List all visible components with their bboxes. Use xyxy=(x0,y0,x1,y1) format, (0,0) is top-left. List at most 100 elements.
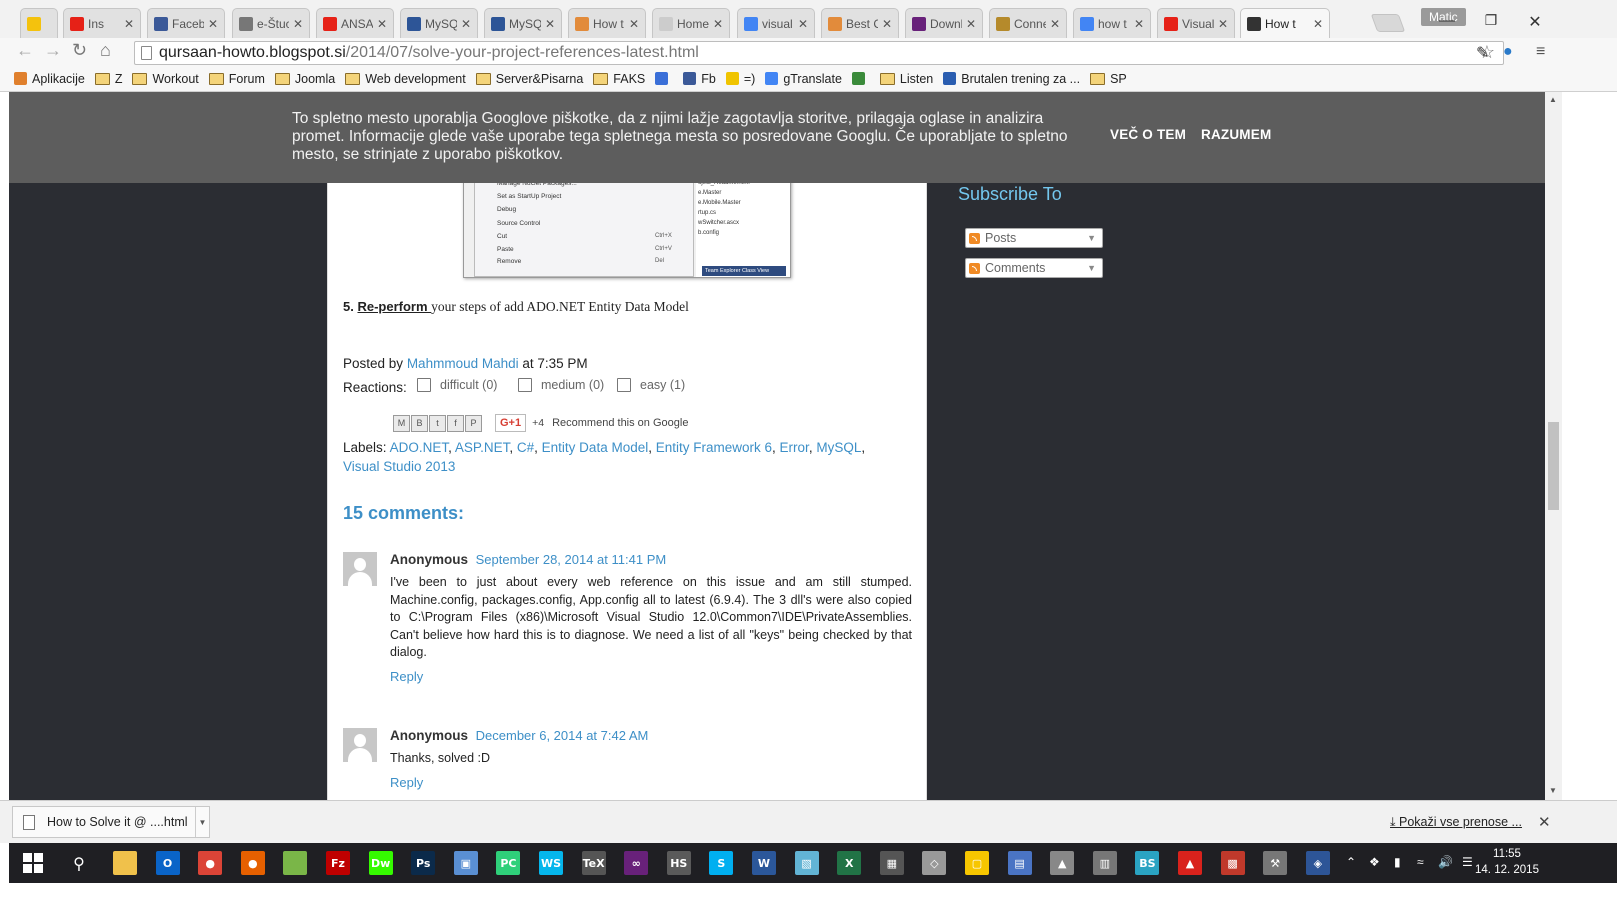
bookmark-item[interactable]: Web development xyxy=(345,72,466,86)
bookmark-item[interactable]: Brutalen trening za ... xyxy=(943,72,1080,86)
tab-8[interactable]: Home ✕ xyxy=(652,8,730,38)
chevron-down-icon[interactable]: ▼ xyxy=(195,807,209,837)
label-link[interactable]: MySQL xyxy=(816,440,861,455)
tab-close-icon[interactable]: ✕ xyxy=(293,17,303,31)
cookie-more-button[interactable]: VEČ O TEM xyxy=(1110,127,1186,142)
tab-4[interactable]: ANSA ✕ xyxy=(316,8,394,38)
tab-1[interactable]: Ins ✕ xyxy=(63,8,141,38)
tab-close-icon[interactable]: ✕ xyxy=(1218,17,1228,31)
tab-close-icon[interactable]: ✕ xyxy=(798,17,808,31)
dropbox-icon[interactable]: ❖ xyxy=(1369,855,1380,869)
bookmark-item[interactable]: Server&Pisarna xyxy=(475,72,583,86)
tab-close-icon[interactable]: ✕ xyxy=(208,17,218,31)
webstorm-icon[interactable]: WS xyxy=(539,851,563,875)
reaction-medium[interactable]: medium (0) xyxy=(518,378,604,392)
word-icon[interactable]: W xyxy=(752,851,776,875)
photoshop-icon[interactable]: Ps xyxy=(411,851,436,875)
scroll-up-icon[interactable]: ▲ xyxy=(1549,95,1557,104)
tab-close-icon[interactable]: ✕ xyxy=(713,17,723,31)
chevron-up-icon[interactable]: ⌃ xyxy=(1346,855,1356,869)
tab-12[interactable]: Conne ✕ xyxy=(989,8,1067,38)
tab-close-icon[interactable]: ✕ xyxy=(124,17,134,31)
pinterest-share-icon[interactable]: P xyxy=(465,414,482,432)
tab-3[interactable]: e-Štuc ✕ xyxy=(232,8,310,38)
tab-7[interactable]: How t ✕ xyxy=(568,8,646,38)
vs2-icon[interactable]: ◈ xyxy=(1305,851,1330,875)
tab-10[interactable]: Best C ✕ xyxy=(821,8,899,38)
eyedropper-extension-icon[interactable]: ✎ xyxy=(1476,43,1489,63)
bookmark-item[interactable]: Z xyxy=(94,72,122,86)
remote-icon[interactable]: ▥ xyxy=(1092,851,1117,875)
reaction-easy[interactable]: easy (1) xyxy=(617,378,685,392)
tab-close-icon[interactable]: ✕ xyxy=(461,17,471,31)
tab-close-icon[interactable]: ✕ xyxy=(1134,17,1144,31)
excel-icon[interactable]: X xyxy=(837,851,862,875)
reaction-difficult[interactable]: difficult (0) xyxy=(417,378,497,392)
skype-icon[interactable]: S xyxy=(709,851,734,875)
tab-15[interactable]: How t ✕ xyxy=(1240,8,1330,38)
tab-close-icon[interactable]: ✕ xyxy=(545,17,555,31)
reply-link[interactable]: Reply xyxy=(390,775,912,790)
search-icon[interactable]: ⚲ xyxy=(67,851,91,875)
visual-studio-icon[interactable]: ∞ xyxy=(624,851,649,875)
label-link[interactable]: ASP.NET xyxy=(455,440,510,455)
label-link[interactable]: Error xyxy=(780,440,809,455)
label-link[interactable]: Visual Studio 2013 xyxy=(343,459,455,474)
bookmark-item[interactable] xyxy=(851,72,870,85)
reaction-checkbox[interactable] xyxy=(518,378,532,392)
wifi-icon[interactable]: ≈ xyxy=(1417,855,1424,869)
bookmark-item[interactable]: FAKS xyxy=(593,72,645,86)
bookmark-item[interactable]: Forum xyxy=(208,72,265,86)
app-icon[interactable]: ▧ xyxy=(794,851,819,875)
bookmark-item[interactable]: SP xyxy=(1090,72,1127,86)
bookmark-item[interactable]: Joomla xyxy=(274,72,335,86)
battery-icon[interactable]: ▮ xyxy=(1394,855,1401,869)
label-link[interactable]: ADO.NET xyxy=(390,440,449,455)
windows-start-icon[interactable] xyxy=(23,853,43,873)
tab-14[interactable]: Visual ✕ xyxy=(1157,8,1235,38)
bookmark-item[interactable]: Fb xyxy=(683,72,716,86)
close-icon[interactable]: ✕ xyxy=(1538,813,1551,831)
twitter-share-icon[interactable]: t xyxy=(429,414,446,432)
author-link[interactable]: Mahmmoud Mahdi xyxy=(407,356,519,371)
blogthis-share-icon[interactable]: B xyxy=(411,414,428,432)
reply-link[interactable]: Reply xyxy=(390,669,912,684)
post-time-link[interactable]: 7:35 PM xyxy=(537,356,587,371)
cookie-accept-button[interactable]: RAZUMEM xyxy=(1201,127,1271,142)
subscribe-posts-dropdown[interactable]: Posts ▼ xyxy=(965,228,1103,248)
label-link[interactable]: C# xyxy=(517,440,534,455)
tab-2[interactable]: Faceb ✕ xyxy=(147,8,225,38)
show-all-downloads-link[interactable]: ⤓ Pokaži vse prenose ... xyxy=(1390,815,1522,830)
tab-5[interactable]: MySQ ✕ xyxy=(400,8,478,38)
bookmark-item[interactable]: =) xyxy=(725,72,755,86)
app3-icon[interactable]: ▩ xyxy=(1220,851,1245,875)
filezilla-icon[interactable]: Fz xyxy=(326,851,350,875)
bookmark-item[interactable] xyxy=(655,72,673,85)
tab-0[interactable] xyxy=(20,8,58,38)
chrome-icon[interactable]: ● xyxy=(198,851,223,875)
label-link[interactable]: Entity Framework 6 xyxy=(656,440,772,455)
close-icon[interactable]: ✕ xyxy=(1520,12,1550,32)
reaction-checkbox[interactable] xyxy=(417,378,431,392)
3d-icon[interactable]: ◇ xyxy=(922,851,947,875)
outlook-icon[interactable]: O xyxy=(155,851,180,875)
hat-icon[interactable]: ▲ xyxy=(1050,851,1075,875)
calculator-icon[interactable]: ▦ xyxy=(879,851,904,875)
download-item[interactable]: How to Solve it @ ....html ▼ xyxy=(12,806,210,838)
forward-icon[interactable]: → xyxy=(44,40,62,61)
app2-icon[interactable]: ▢ xyxy=(965,851,989,875)
bookmark-item[interactable]: Workout xyxy=(132,72,199,86)
page-scrollbar[interactable]: ▲ ▼ xyxy=(1545,92,1562,800)
bookmark-item[interactable]: gTranslate xyxy=(765,72,842,86)
tex-icon[interactable]: TeX xyxy=(581,851,606,875)
bookmark-item[interactable]: Aplikacije xyxy=(14,72,85,86)
email-share-icon[interactable]: M xyxy=(393,414,410,432)
comment-date-link[interactable]: December 6, 2014 at 7:42 AM xyxy=(476,728,649,743)
scroll-thumb[interactable] xyxy=(1548,422,1559,510)
acrobat-icon[interactable]: ▲ xyxy=(1178,851,1202,875)
virtualbox-icon[interactable]: ▣ xyxy=(453,851,478,875)
tab-9[interactable]: visual ✕ xyxy=(737,8,815,38)
minimize-icon[interactable]: — xyxy=(1432,12,1462,30)
facebook-share-icon[interactable]: f xyxy=(447,414,464,432)
tab-13[interactable]: how t ✕ xyxy=(1073,8,1151,38)
